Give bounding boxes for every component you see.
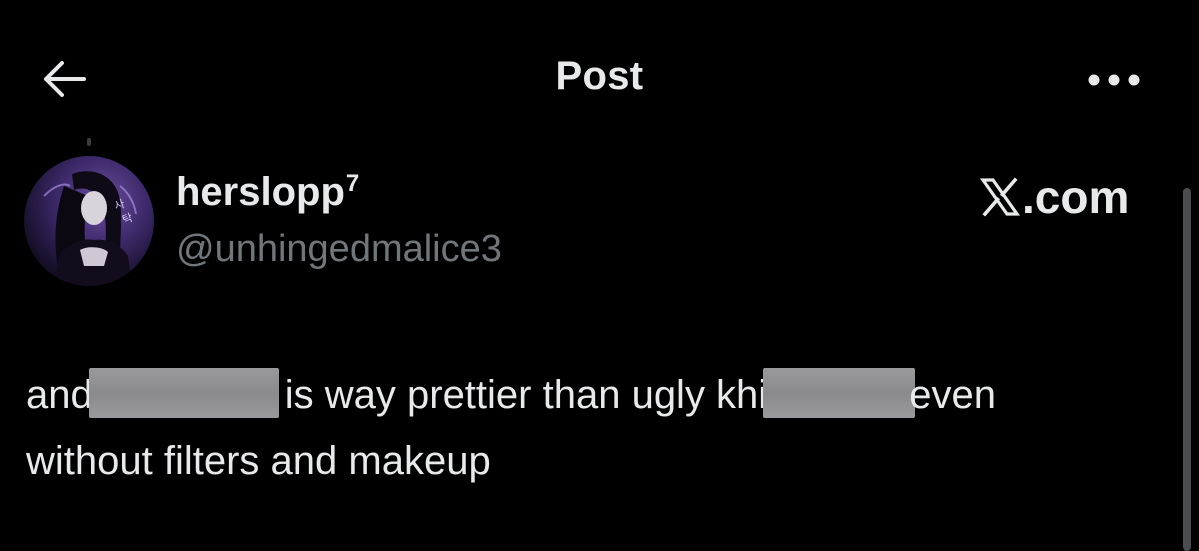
- scrollbar[interactable]: [1183, 188, 1191, 551]
- post-body: and is way prettier than ugly khi even wit…: [26, 362, 1156, 494]
- svg-text:탁: 탁: [121, 211, 135, 227]
- author-display-name[interactable]: herslopp7: [176, 170, 359, 215]
- avatar-image: 사 탁: [43, 171, 137, 286]
- page-title: Post: [555, 54, 644, 98]
- avatar[interactable]: 사 탁: [24, 156, 154, 286]
- post-text-line2: without filters and makeup: [26, 439, 491, 483]
- top-bar: Post: [0, 0, 1199, 140]
- more-horizontal-icon: [1088, 74, 1140, 86]
- source-label: .com: [980, 170, 1129, 224]
- author-name-text: herslopp: [176, 170, 345, 214]
- more-options-button[interactable]: [1082, 60, 1146, 100]
- post-text-part3: even: [909, 373, 996, 417]
- post-text-part2: is way prettier than ugly khi: [284, 373, 768, 417]
- source-text: .com: [1022, 171, 1130, 223]
- author-handle[interactable]: @unhingedmalice3: [176, 228, 502, 271]
- author-name-superscript: 7: [345, 170, 360, 197]
- redaction-box: [763, 368, 916, 419]
- x-logo-icon: [980, 177, 1020, 217]
- post-text-part1: and: [26, 373, 93, 417]
- thread-connector: [87, 138, 91, 146]
- redaction-box: [88, 368, 279, 419]
